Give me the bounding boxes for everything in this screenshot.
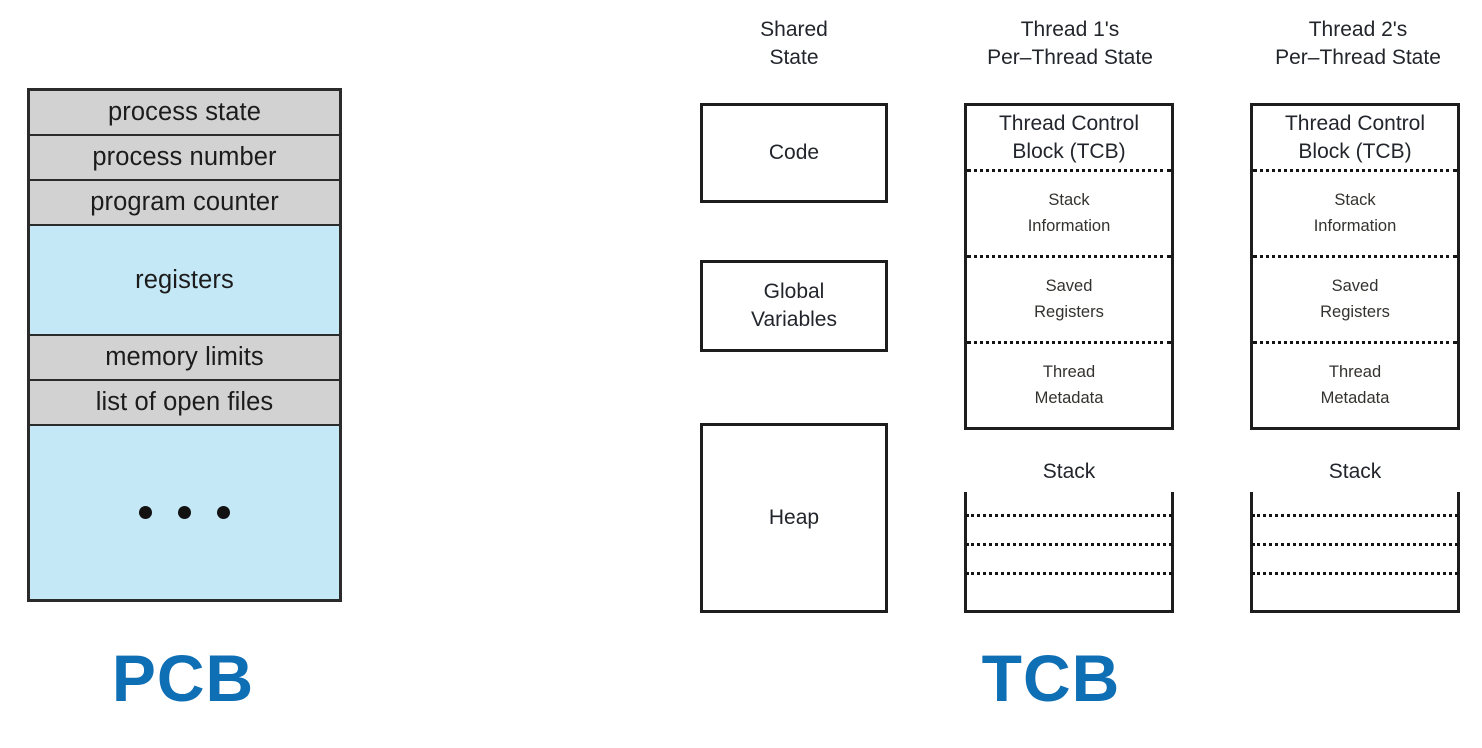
thread1-stack-label: Stack: [1042, 460, 1096, 483]
thread1-header-line2: Per–Thread State: [987, 45, 1153, 69]
thread2-tcb-section-line2: Metadata: [1320, 388, 1390, 407]
thread2-stack-label: Stack: [1328, 460, 1382, 483]
thread2-tcb-title: Thread Control Block (TCB): [1253, 106, 1457, 172]
thread1-tcb-section-line2: Metadata: [1034, 388, 1104, 407]
shared-box-globals-line1: Global: [763, 279, 825, 303]
pcb-figure: process state process number program cou…: [27, 88, 342, 602]
thread2-tcb-section-line1: Thread: [1328, 363, 1382, 382]
thread2-stack-box: [1250, 492, 1460, 613]
pcb-row: process number: [30, 136, 339, 181]
thread1-stack-box: [964, 492, 1174, 613]
thread2-tcb-title-line2: Block (TCB): [1298, 139, 1412, 163]
thread2-header-line1: Thread 2's: [1308, 18, 1408, 41]
pcb-row-label: program counter: [90, 188, 279, 217]
shared-state-header-line2: State: [769, 45, 819, 69]
thread1-tcb-title-line2: Block (TCB): [1012, 139, 1126, 163]
thread1-tcb-section-line1: Stack: [1048, 191, 1090, 210]
stack-divider: [1252, 514, 1458, 517]
thread2-tcb-section-line2: Information: [1313, 216, 1397, 235]
shared-box-heap: Heap: [700, 423, 888, 613]
shared-box-heap-line1: Heap: [768, 505, 820, 529]
pcb-row-label: list of open files: [95, 388, 274, 417]
thread2-tcb-section-line2: Registers: [1320, 302, 1390, 321]
shared-box-globals-line2: Variables: [751, 308, 837, 331]
thread2-tcb-saved-registers: Saved Registers: [1253, 258, 1457, 344]
stack-divider: [1252, 543, 1458, 546]
pcb-row: program counter: [30, 181, 339, 226]
thread1-tcb-saved-registers: Saved Registers: [967, 258, 1171, 344]
pcb-table: process state process number program cou…: [27, 88, 342, 602]
pcb-row-label: process state: [108, 98, 261, 127]
stack-divider: [966, 543, 1172, 546]
thread2-tcb-section-line1: Saved: [1331, 277, 1379, 296]
pcb-row: list of open files: [30, 381, 339, 426]
thread2-tcb-section-line1: Stack: [1334, 191, 1376, 210]
stack-divider: [966, 514, 1172, 517]
thread1-tcb-title: Thread Control Block (TCB): [967, 106, 1171, 172]
dot-icon: [139, 506, 152, 519]
thread1-tcb-stack-information: Stack Information: [967, 172, 1171, 258]
pcb-row-label: memory limits: [105, 343, 264, 372]
thread1-tcb-section-line2: Information: [1027, 216, 1111, 235]
dot-icon: [217, 506, 230, 519]
pcb-row-label: registers: [135, 265, 234, 294]
shared-box-code-line1: Code: [768, 140, 820, 164]
ellipsis-dots: [139, 506, 230, 519]
thread2-header: Thread 2's Per–Thread State: [1238, 16, 1478, 71]
thread2-tcb-stack-information: Stack Information: [1253, 172, 1457, 258]
thread1-header-line1: Thread 1's: [1020, 18, 1120, 41]
thread2-tcb-thread-metadata: Thread Metadata: [1253, 344, 1457, 427]
thread1-tcb-section-line1: Saved: [1045, 277, 1093, 296]
thread1-tcb-section-line1: Thread: [1042, 363, 1096, 382]
shared-state-header-line1: Shared: [760, 18, 828, 41]
pcb-row-label: process number: [92, 143, 277, 172]
thread1-tcb-box: Thread Control Block (TCB) Stack Informa…: [964, 103, 1174, 430]
thread2-tcb-box: Thread Control Block (TCB) Stack Informa…: [1250, 103, 1460, 430]
pcb-row: registers: [30, 226, 339, 336]
stack-divider: [966, 572, 1172, 575]
thread1-tcb-section-line2: Registers: [1034, 302, 1104, 321]
thread2-tcb-title-line1: Thread Control: [1284, 112, 1426, 136]
tcb-caption: TCB: [981, 641, 1121, 715]
stack-divider: [1252, 572, 1458, 575]
thread1-tcb-title-line1: Thread Control: [998, 112, 1140, 136]
thread1-header: Thread 1's Per–Thread State: [950, 16, 1190, 71]
thread2-header-line2: Per–Thread State: [1275, 45, 1441, 69]
pcb-caption: PCB: [111, 641, 255, 715]
shared-state-header: Shared State: [694, 16, 894, 71]
pcb-row-ellipsis: [30, 426, 339, 599]
dot-icon: [178, 506, 191, 519]
pcb-row: process state: [30, 91, 339, 136]
shared-box-code: Code: [700, 103, 888, 203]
pcb-row: memory limits: [30, 336, 339, 381]
diagram-canvas: process state process number program cou…: [0, 0, 1482, 748]
thread1-tcb-thread-metadata: Thread Metadata: [967, 344, 1171, 427]
shared-box-global-variables: Global Variables: [700, 260, 888, 352]
